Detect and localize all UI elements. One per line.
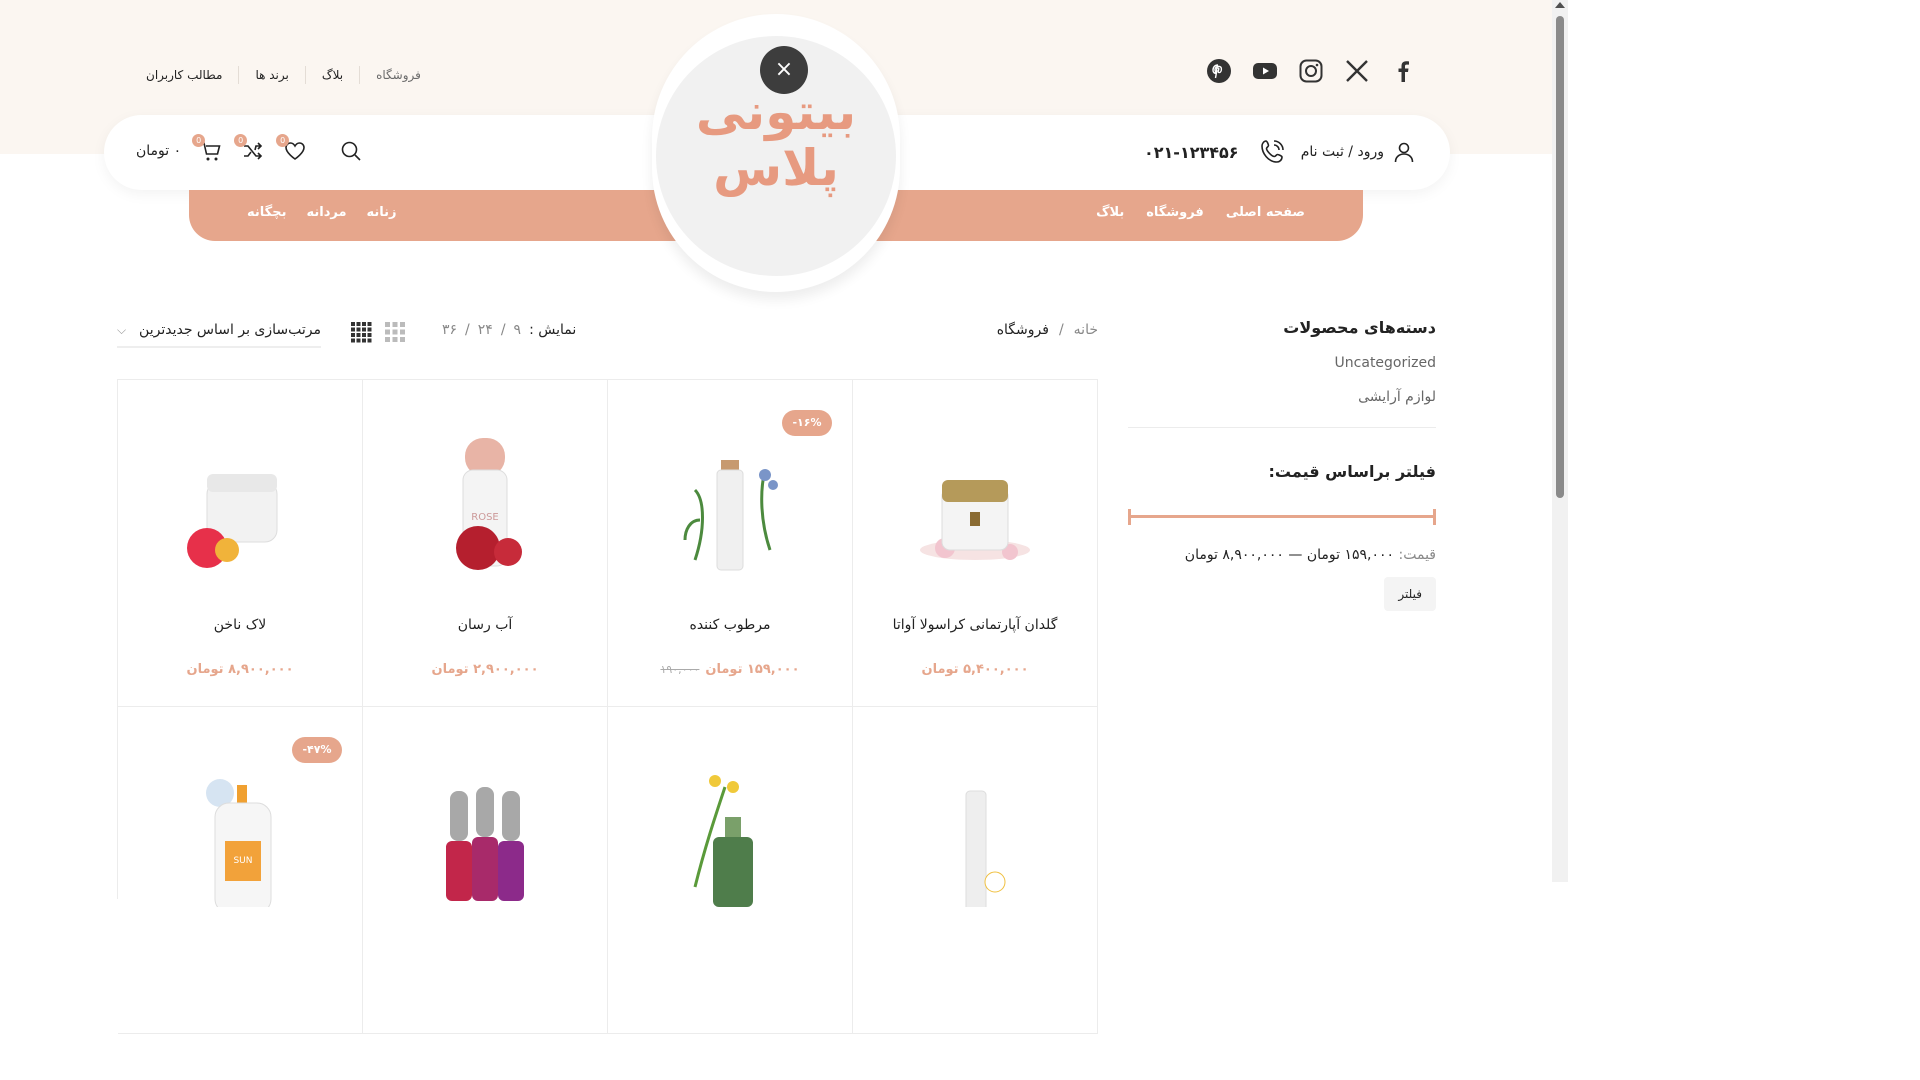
product-price: ۲,۹۰۰,۰۰۰ تومان (431, 662, 539, 677)
product-card[interactable]: گلدان آپارتمانی کراسولا آواتا ۵,۴۰۰,۰۰۰ … (853, 380, 1098, 707)
price-range-slider[interactable] (1128, 509, 1436, 525)
phone-icon (1260, 140, 1284, 163)
product-grid: گلدان آپارتمانی کراسولا آواتا ۵,۴۰۰,۰۰۰ … (117, 379, 1098, 1034)
slider-handle-max[interactable] (1128, 509, 1131, 525)
product-image[interactable] (175, 430, 305, 580)
product-image[interactable] (910, 757, 1040, 922)
youtube-icon[interactable] (1252, 58, 1278, 84)
product-price: ۸,۹۰۰,۰۰۰ تومان (186, 662, 294, 677)
breadcrumb-separator: / (1058, 322, 1064, 338)
product-card[interactable]: -۱۶% مرطوب کننده ۱۵۹,۰۰۰ تومان۱۹۰,۰۰۰ (608, 380, 853, 707)
nav-blog[interactable]: بلاگ (1096, 205, 1124, 220)
wishlist-button[interactable]: 0 (276, 134, 307, 163)
sidebar: دسته‌های محصولات Uncategorized لوازم آرا… (1128, 318, 1436, 611)
compare-button[interactable]: 0 (234, 134, 265, 163)
category-item[interactable]: Uncategorized (1128, 355, 1436, 371)
pinterest-icon[interactable] (1206, 58, 1232, 84)
logo-line-2: پلاس (713, 139, 839, 197)
per-page-sep: / (500, 322, 506, 338)
per-page-label: نمایش : (529, 322, 577, 338)
sidebar-divider (1128, 427, 1436, 428)
cart-amount[interactable]: ۰ تومان (136, 143, 181, 159)
svg-text:SUN: SUN (233, 856, 252, 866)
product-image[interactable] (910, 430, 1040, 580)
price-range-value: ۱۵۹,۰۰۰ تومان — ۸,۹۰۰,۰۰۰ تومان (1184, 547, 1395, 563)
grid-4-icon (351, 322, 372, 343)
filter-button[interactable]: فیلتر (1384, 577, 1436, 611)
breadcrumb-current: فروشگاه (996, 322, 1049, 338)
user-icon (1394, 142, 1414, 163)
nav-men[interactable]: مردانه (306, 205, 346, 220)
product-image[interactable]: SUN (175, 757, 305, 914)
product-card[interactable]: ROSE آب رسان ۲,۹۰۰,۰۰۰ تومان (363, 380, 608, 707)
category-list: Uncategorized لوازم آرایشی (1128, 355, 1436, 405)
slider-track (1128, 515, 1436, 518)
svg-text:ROSE: ROSE (471, 512, 499, 523)
product-name[interactable]: لاک ناخن (118, 617, 362, 633)
scrollbar-thumb[interactable] (1556, 16, 1564, 498)
facebook-icon[interactable] (1390, 58, 1416, 84)
per-page-36[interactable]: ۳۶ (442, 322, 457, 338)
top-links: فروشگاه بلاگ برند ها مطالب کاربران (130, 66, 437, 84)
breadcrumb: خانه / فروشگاه (997, 322, 1098, 338)
product-image[interactable] (665, 757, 795, 907)
grid-view-toggles (350, 321, 406, 347)
top-link-brands[interactable]: برند ها (238, 66, 304, 84)
product-image[interactable]: ROSE (420, 430, 550, 580)
per-page-selector: نمایش : ۹ / ۲۴ / ۳۶ (442, 322, 576, 338)
category-item[interactable]: لوازم آرایشی (1128, 389, 1436, 405)
login-link[interactable]: ورود / ثبت نام (1301, 140, 1416, 164)
product-name[interactable]: گلدان آپارتمانی کراسولا آواتا (853, 617, 1097, 633)
sort-value: مرتب‌سازی بر اساس جدیدترین (139, 322, 321, 338)
nav-shop[interactable]: فروشگاه (1146, 205, 1204, 220)
grid-4-button[interactable] (350, 321, 372, 347)
price-range-text: قیمت: ۱۵۹,۰۰۰ تومان — ۸,۹۰۰,۰۰۰ تومان (1128, 547, 1436, 563)
site-logo[interactable]: بیتونی پلاس (656, 84, 896, 196)
top-link-user-posts[interactable]: مطالب کاربران (130, 66, 238, 84)
nav-kids[interactable]: بچگانه (247, 205, 286, 220)
instagram-icon[interactable] (1298, 58, 1324, 84)
grid-3-button[interactable] (384, 321, 406, 347)
price-label: قیمت: (1398, 547, 1436, 563)
phone-number: ۰۲۱-۱۲۳۴۵۶ (1144, 142, 1239, 162)
sort-select[interactable]: مرتب‌سازی بر اساس جدیدترین ⌵ (117, 318, 321, 348)
product-card[interactable] (608, 707, 853, 1034)
breadcrumb-home[interactable]: خانه (1074, 322, 1098, 338)
product-image[interactable] (665, 430, 795, 580)
old-price: ۱۹۰,۰۰۰ (660, 663, 700, 676)
scroll-up-arrow-icon[interactable] (1555, 2, 1565, 8)
nav-home[interactable]: صفحه اصلی (1226, 205, 1305, 220)
top-link-shop[interactable]: فروشگاه (359, 66, 437, 84)
x-icon[interactable] (1344, 58, 1370, 84)
product-name[interactable]: مرطوب کننده (608, 617, 852, 633)
login-label: ورود / ثبت نام (1300, 144, 1384, 160)
product-card[interactable]: -۴۷% SUN (118, 707, 363, 1034)
top-link-blog[interactable]: بلاگ (304, 66, 359, 84)
scrollbar[interactable] (1552, 0, 1568, 882)
per-page-9[interactable]: ۹ (514, 322, 522, 338)
grid-3-icon (385, 322, 405, 342)
product-name[interactable]: آب رسان (363, 617, 607, 633)
product-price: ۵,۴۰۰,۰۰۰ تومان (921, 662, 1029, 677)
close-button[interactable]: × (760, 46, 808, 94)
chevron-down-icon: ⌵ (117, 322, 127, 337)
product-card[interactable]: لاک ناخن ۸,۹۰۰,۰۰۰ تومان (118, 380, 363, 707)
categories-title: دسته‌های محصولات (1283, 318, 1436, 337)
header-actions: ۰ تومان 0 0 0 (136, 134, 363, 163)
product-image[interactable] (420, 757, 550, 907)
social-links (1206, 58, 1416, 84)
phone-contact[interactable]: ۰۲۱-۱۲۳۴۵۶ (1144, 137, 1287, 167)
search-icon (341, 141, 361, 161)
per-page-sep: / (465, 322, 470, 338)
slider-handle-min[interactable] (1433, 509, 1436, 525)
per-page-24[interactable]: ۲۴ (478, 322, 493, 338)
product-card[interactable] (363, 707, 608, 1034)
cart-button[interactable]: 0 (192, 134, 223, 163)
nav-women[interactable]: زنانه (367, 205, 397, 220)
product-price: ۱۵۹,۰۰۰ تومان۱۹۰,۰۰۰ (660, 662, 800, 677)
product-card[interactable] (853, 707, 1098, 1034)
price-filter-title: فیلتر براساس قیمت: (1268, 462, 1437, 481)
search-button[interactable] (339, 139, 363, 163)
